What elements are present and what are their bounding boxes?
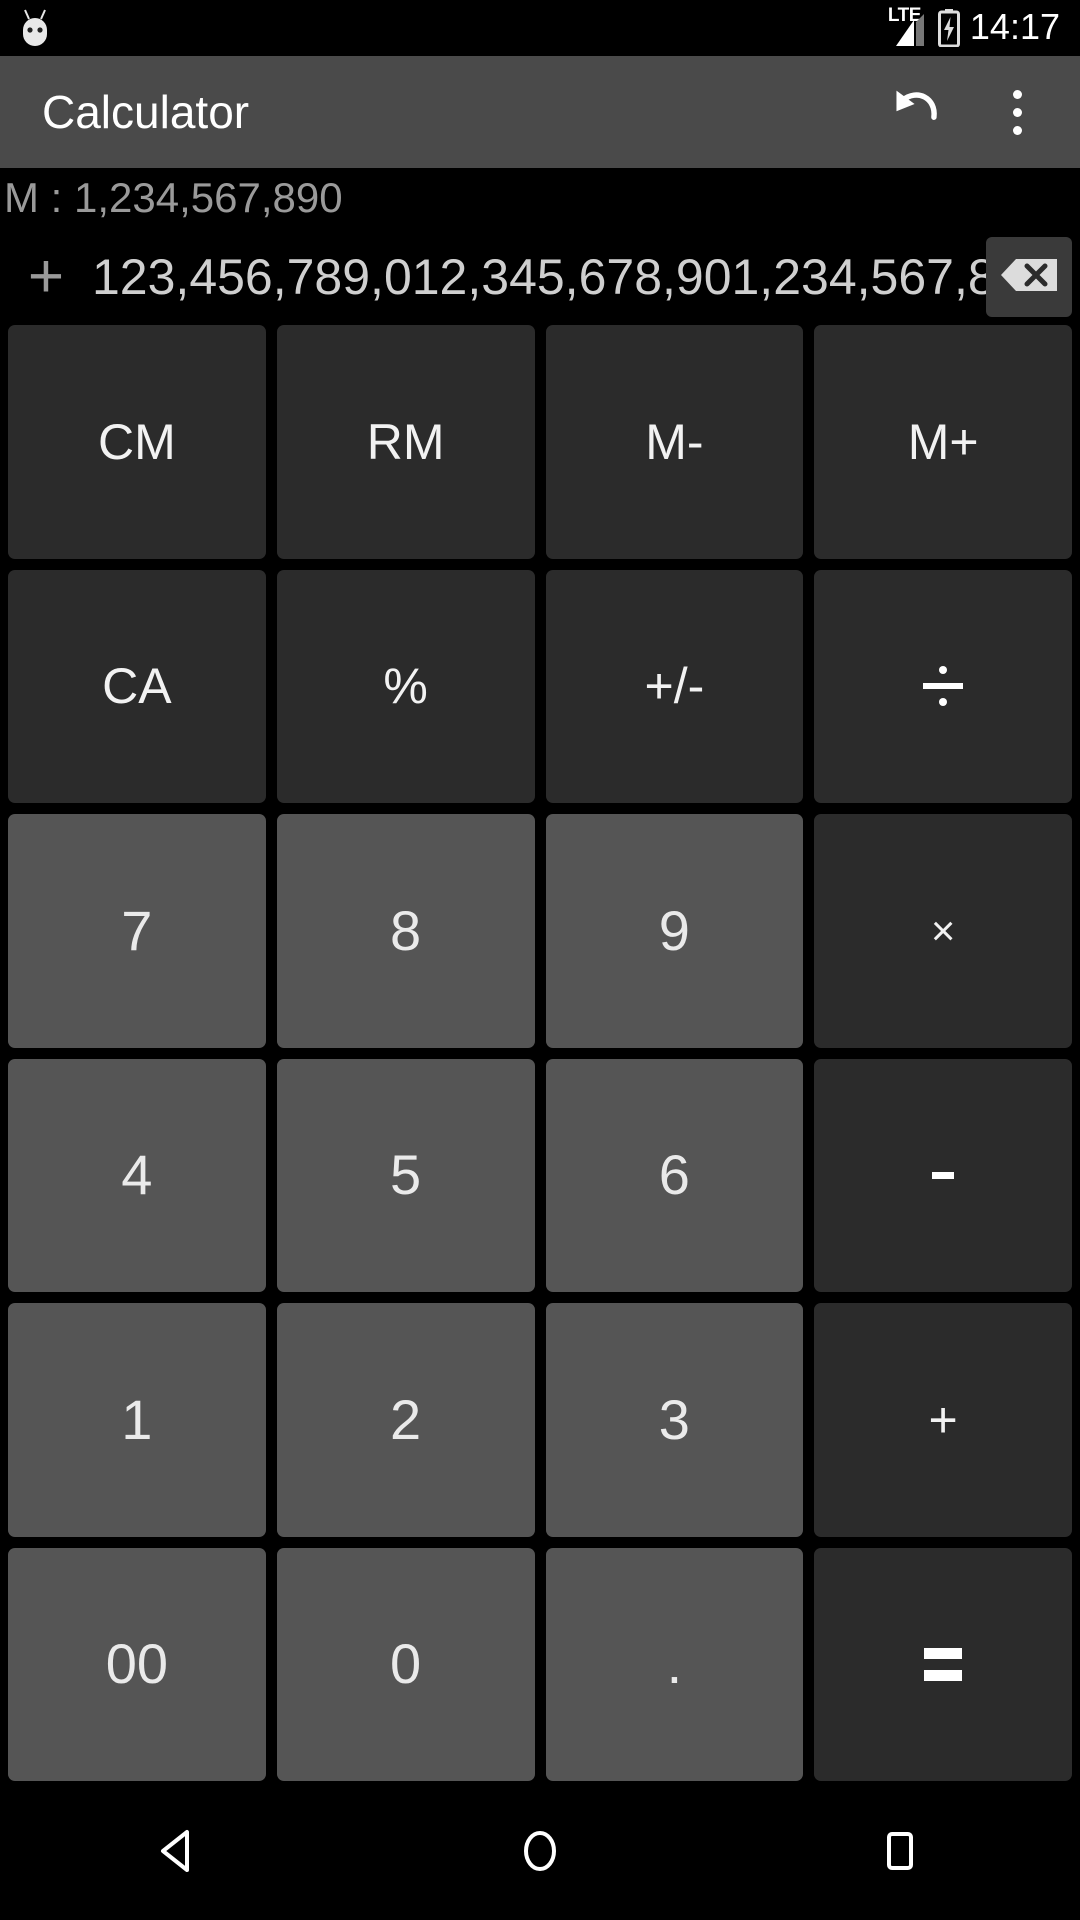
key-8[interactable]: 8 <box>276 814 535 1048</box>
status-bar: LTE 14:17 <box>0 0 1080 56</box>
key-percent[interactable]: % <box>276 569 535 803</box>
equals-icon <box>924 1647 963 1681</box>
nav-recents-button[interactable] <box>820 1787 980 1920</box>
android-navigation-bar <box>0 1787 1080 1920</box>
key-label: 00 <box>105 1632 169 1696</box>
key-label: + <box>928 1391 958 1448</box>
key-label: 5 <box>390 1143 422 1207</box>
divide-icon <box>923 664 964 708</box>
status-bar-clock: 14:17 <box>969 6 1060 47</box>
display-entry-row: + 123,456,789,012,345,678,901,234,567,89… <box>0 232 1080 322</box>
key-0[interactable]: 0 <box>276 1547 535 1781</box>
undo-icon <box>888 81 946 144</box>
key-label: M+ <box>907 413 979 470</box>
minus-icon <box>932 1171 955 1179</box>
key-label: 0 <box>390 1632 422 1696</box>
nav-home-button[interactable] <box>460 1787 620 1920</box>
key-cm[interactable]: CM <box>8 325 266 559</box>
key-7[interactable]: 7 <box>8 814 266 1048</box>
key-multiply[interactable]: × <box>814 814 1072 1048</box>
key-4[interactable]: 4 <box>8 1058 266 1292</box>
key-5[interactable]: 5 <box>276 1058 535 1292</box>
overflow-menu-button[interactable] <box>978 73 1056 151</box>
key-label: 7 <box>121 898 153 962</box>
display-value: 123,456,789,012,345,678,901,234,567,890 <box>92 249 986 305</box>
key-label: 2 <box>390 1387 422 1451</box>
key-3[interactable]: 3 <box>545 1303 804 1537</box>
backspace-icon <box>999 254 1059 301</box>
overflow-menu-icon <box>1012 89 1022 135</box>
key-minus[interactable]: - <box>814 1058 1072 1292</box>
keypad-row-789: 7 8 9 × <box>8 814 1072 1048</box>
status-bar-left <box>18 8 52 48</box>
key-label: 4 <box>121 1143 153 1207</box>
key-label: CA <box>102 658 172 715</box>
app-bar: Calculator <box>0 56 1080 168</box>
page-title: Calculator <box>42 86 250 138</box>
key-label: . <box>666 1632 683 1696</box>
keypad-row-123: 1 2 3 + <box>8 1303 1072 1537</box>
key-label: 1 <box>121 1387 153 1451</box>
key-label: × <box>930 906 956 954</box>
back-triangle-icon <box>153 1824 207 1883</box>
nav-back-button[interactable] <box>100 1787 260 1920</box>
key-equals[interactable]: = <box>814 1547 1072 1781</box>
keypad-row-zero: 00 0 . = <box>8 1547 1072 1781</box>
pending-operator-indicator: + <box>27 242 65 311</box>
keypad-row-456: 4 5 6 - <box>8 1058 1072 1292</box>
key-label: % <box>383 658 428 715</box>
key-label: +/- <box>644 658 705 715</box>
undo-button[interactable] <box>878 73 956 151</box>
key-rm[interactable]: RM <box>276 325 535 559</box>
keypad-row-memory: CM RM M- M+ <box>8 325 1072 559</box>
key-1[interactable]: 1 <box>8 1303 266 1537</box>
signal-bars-icon: LTE <box>888 6 928 48</box>
key-label: RM <box>366 413 445 470</box>
key-m-plus[interactable]: M+ <box>814 325 1072 559</box>
key-sign-toggle[interactable]: +/- <box>545 569 804 803</box>
key-ca[interactable]: CA <box>8 569 266 803</box>
backspace-button[interactable] <box>986 237 1072 317</box>
key-6[interactable]: 6 <box>545 1058 804 1292</box>
key-label: 3 <box>658 1387 690 1451</box>
key-label: 9 <box>658 898 690 962</box>
key-label: M- <box>645 413 704 470</box>
recents-square-icon <box>873 1824 927 1883</box>
key-decimal[interactable]: . <box>545 1547 804 1781</box>
key-double-zero[interactable]: 00 <box>8 1547 266 1781</box>
calculator-display: M : 1,234,567,890 + 123,456,789,012,345,… <box>0 168 1080 325</box>
key-label: 6 <box>658 1143 690 1207</box>
key-plus[interactable]: + <box>814 1303 1072 1537</box>
key-label: CM <box>97 413 176 470</box>
android-mascot-icon <box>18 8 52 48</box>
app-bar-actions <box>878 73 1056 151</box>
home-circle-icon <box>513 1824 567 1883</box>
key-m-minus[interactable]: M- <box>545 325 804 559</box>
key-divide[interactable]: ÷ <box>814 569 1072 803</box>
keypad-row-functions: CA % +/- ÷ <box>8 569 1072 803</box>
key-label: 8 <box>390 898 422 962</box>
memory-indicator: M : 1,234,567,890 <box>4 174 343 221</box>
status-bar-right: LTE 14:17 <box>888 6 1060 48</box>
keypad: CM RM M- M+ CA % +/- ÷ 7 8 9 × 4 5 6 - 1… <box>0 325 1080 1787</box>
key-2[interactable]: 2 <box>276 1303 535 1537</box>
battery-charging-icon <box>937 9 960 48</box>
key-9[interactable]: 9 <box>545 814 804 1048</box>
